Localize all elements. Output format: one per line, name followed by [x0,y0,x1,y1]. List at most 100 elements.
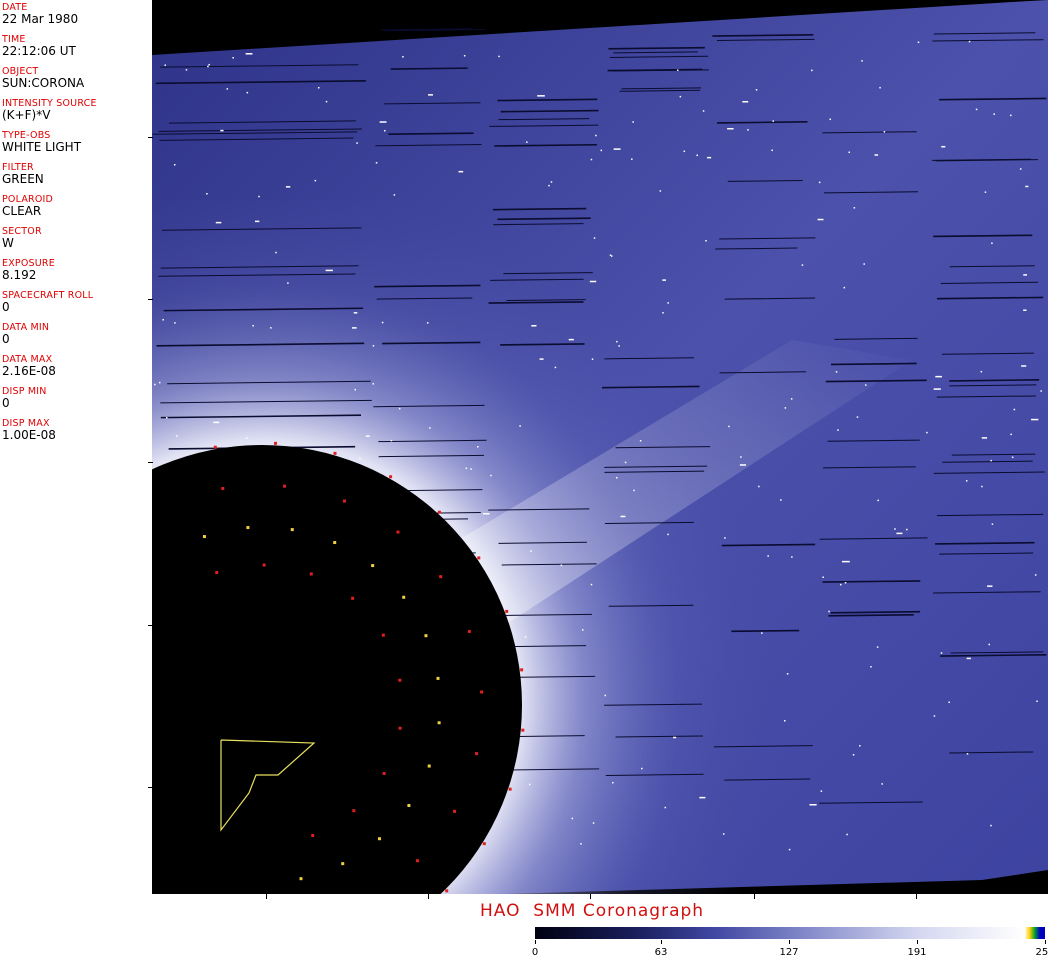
speckle [600,149,603,152]
speckle [966,753,969,755]
speckle [537,95,545,97]
meta-date: DATE 22 Mar 1980 [2,3,78,26]
speckle [926,431,928,434]
speckle [613,148,621,150]
speckle [470,468,472,470]
meta-value: 22:12:06 UT [2,44,76,58]
speckle [864,384,867,386]
speckle [1034,574,1037,576]
speckle [742,100,749,103]
speckle [206,193,208,195]
speckle [398,407,401,410]
dropout-line [731,629,800,633]
dropout-line [497,217,591,221]
speckle [381,321,384,324]
speckle [164,64,167,66]
speckle [165,416,168,419]
speckle [988,643,991,646]
speckle [604,694,607,697]
speckle [1021,365,1027,367]
speckle [632,121,634,123]
speckle [591,358,594,360]
occulter-marker [407,804,411,808]
occulter-marker [424,634,428,638]
speckle [722,833,725,835]
speckle [839,583,842,586]
speckle [633,489,635,492]
meta-value: GREEN [2,172,44,186]
speckle [593,237,596,239]
speckle [390,439,393,442]
speckle [843,286,846,289]
speckle [285,186,291,188]
speckle [837,429,839,431]
speckle [560,564,563,566]
dropout-line [830,610,921,614]
axis-tick [148,625,153,626]
speckle [747,129,749,131]
colorbar-tick [661,940,662,944]
speckle [463,54,466,57]
occulter-marker [475,752,479,756]
occulter-marker [352,809,356,813]
axis-tick [148,299,153,300]
speckle [477,446,479,448]
occulter-marker [311,833,315,837]
speckle [696,154,698,157]
axis-tick [148,462,153,463]
colorbar-tick-label: 63 [654,947,668,958]
speckle [933,715,936,717]
axis-tick [148,137,153,138]
occulter-marker [202,535,206,539]
speckle [863,263,865,265]
dropout-line [828,613,914,617]
metadata-sidebar: DATE 22 Mar 1980 TIME 22:12:06 UT OBJECT SUN:… [0,0,152,894]
instrument-caption: HAO SMM Coronagraph [480,901,705,921]
speckle [1023,274,1028,276]
speckle [828,610,830,613]
dropout-line [492,207,587,211]
speckle [359,457,361,460]
speckle [531,325,537,327]
speckle [870,666,872,668]
speckle [874,154,879,156]
speckle [548,184,550,187]
speckle [993,113,995,115]
speckle [935,375,942,378]
occulter-marker [381,633,385,637]
speckle [616,340,618,343]
occulter-marker [213,445,217,449]
speckle [213,421,220,424]
occulter-marker [377,837,381,841]
speckle [667,302,669,304]
speckle [252,324,254,327]
speckle [275,251,277,254]
speckle [859,745,861,747]
speckle [948,701,950,704]
occulter-marker [439,575,443,579]
speckle [612,781,614,784]
speckle [771,149,773,152]
occulter-marker [371,564,375,568]
speckle [917,41,920,44]
meta-polaroid: POLAROID CLEAR [2,195,53,218]
occulter-marker [333,451,337,455]
colorbar-tick [917,940,918,944]
speckle [705,240,707,242]
speckle [772,120,774,122]
speckle [1013,408,1016,411]
speckle [245,53,253,55]
occulter-marker [467,629,471,633]
speckle [809,804,817,806]
coronagraph-image [152,0,1048,894]
meta-intensity-source: INTENSITY SOURCE (K+F)*V [2,99,97,122]
meta-value: 0 [2,300,10,314]
speckle [975,108,978,111]
speckle [372,345,375,347]
meta-data-min: DATA MIN 0 [2,323,49,346]
axis-tick [754,894,755,899]
meta-value: 8.192 [2,268,37,282]
axis-tick [148,787,153,788]
speckle [941,145,946,148]
occulter-marker [508,787,512,791]
